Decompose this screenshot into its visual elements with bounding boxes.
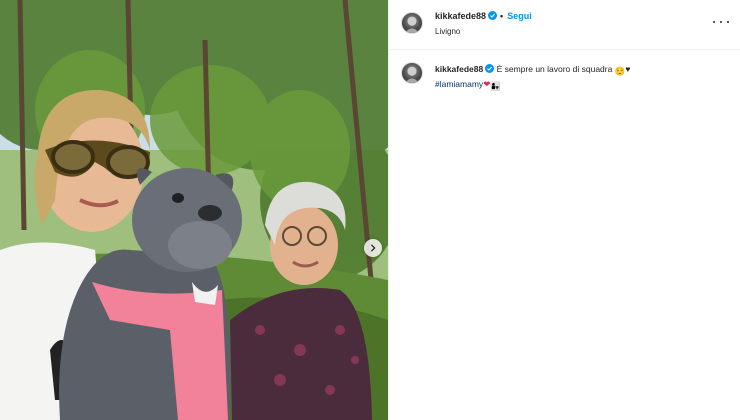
more-dot <box>726 20 729 24</box>
family-emoji: 👩‍👧 <box>490 81 501 91</box>
caption-text-block: kikkafede88 È sempre un lavoro di squadr… <box>435 63 725 93</box>
post-location[interactable]: Livigno <box>435 27 460 36</box>
caption-username[interactable]: kikkafede88 <box>435 64 483 74</box>
caption-text: È sempre un lavoro di squadra <box>496 64 613 74</box>
avatar-image <box>404 16 420 33</box>
post-details-panel: kikkafede88 • Segui Livigno kikkafede88 È… <box>388 0 740 420</box>
hashtag-link[interactable]: #lamiamamy <box>435 79 483 89</box>
post-photo[interactable] <box>0 0 388 420</box>
photo-illustration <box>0 0 388 420</box>
more-dot <box>719 20 723 24</box>
post-header: kikkafede88 • Segui Livigno <box>389 0 740 50</box>
black-heart-symbol: ♥ <box>625 64 631 74</box>
author-username[interactable]: kikkafede88 <box>435 11 486 21</box>
verified-badge-icon <box>488 11 498 20</box>
relieved-face-emoji: 😌 <box>614 66 626 76</box>
author-avatar[interactable] <box>401 12 423 34</box>
avatar-image <box>404 66 420 83</box>
more-dot <box>713 20 716 24</box>
follow-button[interactable]: Segui <box>507 11 532 21</box>
next-photo-button[interactable] <box>364 239 382 257</box>
caption-avatar[interactable] <box>401 62 423 84</box>
separator-dot: • <box>500 11 504 21</box>
chevron-right-icon <box>370 244 376 252</box>
author-line: kikkafede88 • Segui <box>435 11 532 21</box>
red-heart-emoji: ❤ <box>483 79 491 89</box>
more-options-icon[interactable] <box>713 15 729 29</box>
verified-badge-icon <box>485 64 495 73</box>
